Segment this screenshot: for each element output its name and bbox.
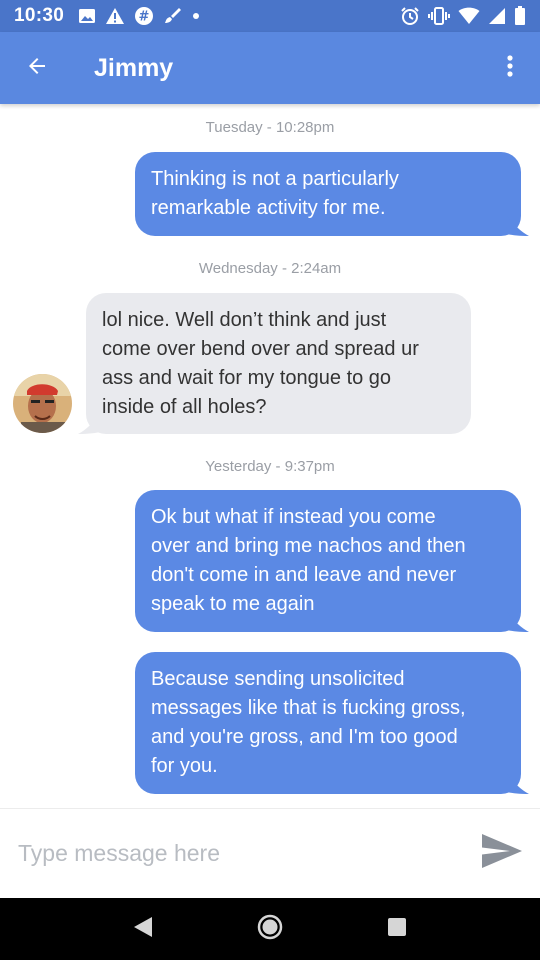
- message-list[interactable]: Tuesday - 10:28pm Thinking is not a part…: [0, 104, 540, 808]
- vibrate-icon: [428, 6, 450, 26]
- incoming-message-bubble[interactable]: lol nice. Well don’t think and just come…: [86, 293, 471, 434]
- back-button[interactable]: [0, 32, 74, 104]
- message-line: don't come in and leave and never: [151, 564, 457, 586]
- bubble-tail: [507, 774, 529, 794]
- circle-home-icon: [257, 914, 283, 945]
- timestamp: Wednesday - 2:24am: [198, 260, 342, 277]
- alarm-icon: [400, 6, 420, 26]
- timestamp: Tuesday - 10:28pm: [205, 119, 335, 136]
- status-time: 10:30: [14, 5, 65, 26]
- more-vert-icon: [506, 54, 514, 83]
- bubble-tail: [507, 216, 529, 236]
- message-line: Because sending unsolicited: [151, 668, 405, 690]
- message-line: inside of all holes?: [102, 396, 267, 418]
- message-line: for you.: [151, 755, 218, 777]
- message-line: and you're gross, and I'm too good: [151, 726, 458, 748]
- message-line: Ok but what if instead you come: [151, 506, 436, 528]
- triangle-back-icon: [132, 915, 154, 944]
- battery-icon: [514, 6, 526, 26]
- timestamp: Yesterday - 9:37pm: [205, 458, 335, 475]
- svg-text:#: #: [139, 10, 150, 25]
- signal-icon: [488, 7, 506, 25]
- nav-recents-button[interactable]: [372, 904, 422, 954]
- message-line: messages like that is fucking gross,: [151, 697, 466, 719]
- avatar[interactable]: [13, 374, 72, 433]
- outgoing-message-bubble[interactable]: Because sending unsolicited messages lik…: [135, 652, 521, 794]
- arrow-back-icon: [25, 54, 49, 83]
- chat-title: Jimmy: [94, 53, 174, 82]
- message-input[interactable]: [18, 840, 438, 867]
- status-bar: 10:30 #: [0, 0, 540, 32]
- nav-home-button[interactable]: [245, 904, 295, 954]
- bubble-tail: [507, 612, 529, 632]
- message-line: ass and wait for my tongue to go: [102, 367, 392, 389]
- outgoing-message-bubble[interactable]: Ok but what if instead you come over and…: [135, 490, 521, 632]
- composer: [0, 808, 540, 898]
- bubble-tail: [78, 414, 100, 434]
- image-icon: [78, 7, 96, 25]
- message-line: lol nice. Well don’t think and just: [102, 309, 387, 331]
- outgoing-message-bubble[interactable]: Thinking is not a particularly remarkabl…: [135, 152, 521, 236]
- message-line: come over bend over and spread ur: [102, 338, 419, 360]
- slack-icon: #: [134, 6, 154, 26]
- nav-back-button[interactable]: [118, 904, 168, 954]
- square-recents-icon: [386, 916, 408, 943]
- dot-icon: [192, 12, 200, 20]
- send-button[interactable]: [478, 830, 526, 878]
- send-icon: [480, 832, 524, 875]
- overflow-menu-button[interactable]: [480, 32, 540, 104]
- system-nav-bar: [0, 898, 540, 960]
- warning-icon: [105, 7, 125, 25]
- message-line: over and bring me nachos and then: [151, 535, 466, 557]
- message-line: speak to me again: [151, 593, 315, 615]
- brush-icon: [163, 6, 183, 26]
- message-line: remarkable activity for me.: [151, 197, 386, 219]
- app-bar: Jimmy: [0, 32, 540, 104]
- message-line: Thinking is not a particularly: [151, 168, 399, 190]
- wifi-icon: [458, 7, 480, 25]
